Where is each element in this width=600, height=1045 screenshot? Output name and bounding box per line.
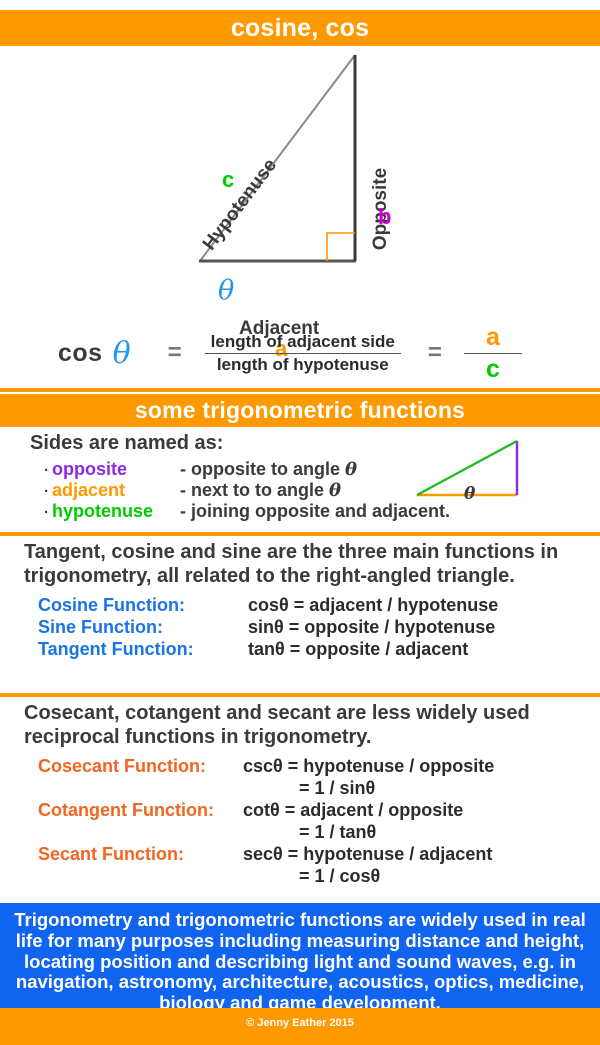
function-label-cosine: Cosine Function: (38, 595, 185, 615)
reciprocal-functions-paragraph: Cosecant, cotangent and secant are less … (24, 702, 530, 748)
side-desc-adjacent: - next to to angle (180, 480, 330, 500)
function-label-secant: Secant Function: (38, 844, 185, 864)
function-label-spacer-2 (38, 822, 243, 844)
side-item-hypotenuse: · hypotenuse - joining opposite and adjace… (44, 501, 450, 522)
function-label-sine: Sine Function: (38, 617, 163, 637)
sides-named-section: Sides are named as: · opposite - opposite … (0, 432, 600, 530)
function-formula-cosine: cosθ = adjacent / hypotenuse (248, 595, 499, 615)
table-row: Cosecant Function: cscθ = hypotenuse / o… (38, 756, 494, 778)
poster-page: cosine, cos Hypotenuse c Opposite b Adja… (0, 0, 600, 1045)
cos-function-label: cos (58, 338, 103, 367)
table-row: Sine Function: sinθ = opposite / hypoten… (38, 617, 498, 639)
table-row: Secant Function: secθ = hypotenuse / adj… (38, 844, 494, 866)
function-formula-cosecant-alt: = 1 / sinθ (299, 778, 376, 798)
function-formula-sine: sinθ = opposite / hypotenuse (248, 617, 496, 637)
right-triangle-diagram: Hypotenuse c Opposite b Adjacent a θ (0, 46, 600, 361)
function-label-spacer-1 (38, 778, 243, 800)
function-formula-secant: secθ = hypotenuse / adjacent (243, 844, 493, 864)
main-functions-section: Tangent, cosine and sine are the three m… (0, 540, 600, 661)
ratio-words-fraction: length of adjacent side length of hypote… (204, 331, 401, 376)
page-title: cosine, cos (0, 10, 600, 46)
opposite-variable-label: b (378, 204, 392, 229)
reciprocal-functions-table: Cosecant Function: cscθ = hypotenuse / o… (38, 756, 494, 888)
hypotenuse-variable-label: c (222, 167, 235, 192)
function-label-tangent: Tangent Function: (38, 639, 194, 659)
function-formula-tangent: tanθ = opposite / adjacent (248, 639, 469, 659)
fraction-denominator-words: length of hypotenuse (216, 354, 389, 374)
side-theta-opposite: θ (345, 459, 358, 480)
table-row: = 1 / cosθ (38, 866, 494, 888)
main-functions-paragraph: Tangent, cosine and sine are the three m… (24, 541, 559, 587)
table-row: = 1 / tanθ (38, 822, 494, 844)
triangle-svg (199, 54, 357, 263)
fraction-numerator-variable: a (485, 322, 500, 351)
side-term-opposite: opposite (52, 459, 127, 479)
copyright-credit: © Jenny Eather 2015 (246, 1017, 354, 1029)
function-formula-cotangent: cotθ = adjacent / opposite (243, 800, 464, 820)
function-label-cotangent: Cotangent Function: (38, 800, 214, 820)
mini-triangle-theta-label: θ (464, 484, 476, 504)
sides-heading: Sides are named as: (30, 432, 224, 454)
cosine-formula-row: cos θ = length of adjacent side length o… (0, 318, 600, 388)
side-item-adjacent: · adjacent - next to to angle θ (44, 480, 341, 501)
usage-note-box: Trigonometry and trigonometric functions… (0, 903, 600, 1013)
right-angle-marker (326, 232, 355, 261)
side-term-hypotenuse: hypotenuse (52, 501, 154, 521)
function-label-spacer-3 (38, 866, 243, 888)
fraction-numerator-words: length of adjacent side (210, 331, 395, 351)
table-row: Cosine Function: cosθ = adjacent / hypot… (38, 595, 498, 617)
function-formula-secant-alt: = 1 / cosθ (299, 866, 381, 886)
bullet-icon: · (44, 483, 49, 500)
side-desc-opposite: - opposite to angle (180, 459, 345, 479)
equals-sign-1: = (167, 339, 182, 366)
cos-theta-symbol: θ (112, 335, 131, 371)
bullet-icon: · (44, 462, 49, 479)
function-formula-cosecant: cscθ = hypotenuse / opposite (243, 756, 495, 776)
side-item-opposite: · opposite - opposite to angle θ (44, 459, 357, 480)
equals-sign-2: = (427, 339, 442, 366)
side-theta-adjacent: θ (329, 480, 342, 501)
reciprocal-functions-section: Cosecant, cotangent and secant are less … (0, 701, 600, 888)
side-term-adjacent: adjacent (52, 480, 126, 500)
table-row: Cotangent Function: cotθ = adjacent / op… (38, 800, 494, 822)
main-functions-table: Cosine Function: cosθ = adjacent / hypot… (38, 595, 498, 661)
fraction-denominator-variable: c (485, 354, 500, 383)
divider-rule-1 (0, 388, 600, 392)
bullet-icon: · (44, 504, 49, 521)
divider-rule-3 (0, 693, 600, 697)
footer-bar: © Jenny Eather 2015 (0, 1008, 600, 1045)
theta-angle-symbol: θ (218, 275, 235, 306)
section-title-trig-functions: some trigonometric functions (0, 394, 600, 427)
ratio-variables-fraction: a c (463, 322, 522, 385)
table-row: = 1 / sinθ (38, 778, 494, 800)
function-formula-cotangent-alt: = 1 / tanθ (299, 822, 377, 842)
divider-rule-2 (0, 532, 600, 536)
function-label-cosecant: Cosecant Function: (38, 756, 207, 776)
table-row: Tangent Function: tanθ = opposite / adja… (38, 639, 498, 661)
